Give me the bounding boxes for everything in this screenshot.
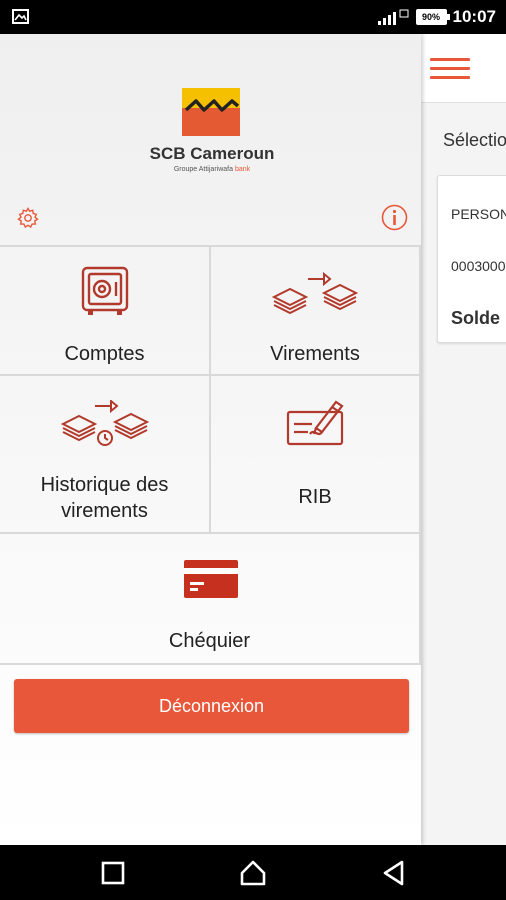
battery-level: 90% <box>422 12 441 22</box>
back-icon[interactable] <box>380 859 408 887</box>
home-icon[interactable] <box>239 859 267 887</box>
background-content: Sélectio PERSON 0003000 Solde <box>421 103 506 845</box>
menu-tile-label: Historique des virements <box>40 474 169 522</box>
info-icon[interactable] <box>381 204 408 231</box>
cheque-sign-icon <box>286 400 344 446</box>
menu-tile-label: Virements <box>270 343 360 365</box>
brand-subtitle: Groupe Attijariwafa bank <box>173 166 251 173</box>
image-icon <box>12 9 29 24</box>
safe-icon <box>81 266 129 315</box>
brand-mark <box>182 88 240 136</box>
menu-grid: Comptes Virements Historique des viremen… <box>0 245 421 665</box>
brand-logo: SCB Cameroun Groupe Attijariwafa bank <box>147 88 277 178</box>
settings-gear-icon[interactable] <box>16 206 40 230</box>
menu-tile-label: Comptes <box>64 343 145 365</box>
status-bar: 90% 10:07 <box>0 0 506 34</box>
signal-icon <box>377 9 409 25</box>
select-account-label: Sélectio <box>443 130 506 150</box>
menu-tile-label: Chéquier <box>168 630 251 652</box>
menu-icon[interactable] <box>430 58 470 80</box>
transfer-history-icon <box>61 400 150 446</box>
account-balance-label: Solde <box>451 308 501 328</box>
menu-tile-comptes[interactable]: Comptes <box>0 245 211 376</box>
navigation-drawer: SCB Cameroun Groupe Attijariwafa bank Co… <box>0 34 421 845</box>
account-card[interactable]: PERSON 0003000 Solde <box>437 175 506 343</box>
battery-icon: 90% <box>415 9 450 25</box>
menu-tile-historique[interactable]: Historique des virements <box>0 376 211 534</box>
clock: 10:07 <box>452 7 496 26</box>
background-app: Sélectio PERSON 0003000 Solde <box>421 34 506 845</box>
background-app-bar <box>421 34 506 103</box>
menu-tile-chequier[interactable]: Chéquier <box>0 534 421 665</box>
account-number: 0003000 <box>451 258 506 274</box>
screen: 90% 10:07 Sélectio PERSON 0003000 Solde <box>0 0 506 900</box>
chequebook-icon <box>184 560 238 598</box>
money-transfer-icon <box>272 271 359 315</box>
recents-icon[interactable] <box>99 859 127 887</box>
system-nav-bar <box>0 845 506 900</box>
logout-button[interactable]: Déconnexion <box>14 679 409 733</box>
brand-name: SCB Cameroun <box>149 144 275 163</box>
menu-tile-rib[interactable]: RIB <box>211 376 421 534</box>
account-type: PERSON <box>451 206 506 222</box>
menu-tile-label: RIB <box>298 486 332 508</box>
menu-tile-virements[interactable]: Virements <box>211 245 421 376</box>
